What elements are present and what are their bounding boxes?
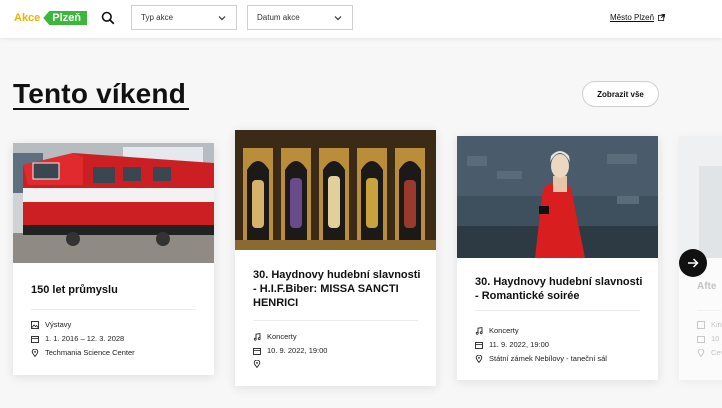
chevron-down-icon: [334, 16, 342, 21]
page-title: Tento víkend: [13, 78, 187, 109]
event-date-label: 10. 9. 2022, 19:00: [267, 346, 328, 355]
event-date-label: Datum akce: [257, 13, 300, 22]
event-category-label: Kin: [711, 320, 722, 329]
location-pin-icon: [31, 348, 39, 357]
event-image-singer: [457, 136, 658, 258]
image-icon: [697, 320, 705, 329]
title-underline: [13, 108, 189, 110]
arrow-right-icon: [688, 258, 699, 268]
calendar-icon: [697, 335, 705, 343]
event-category-label: Koncerty: [267, 332, 297, 341]
chevron-down-icon: [218, 16, 226, 21]
event-category-label: Výstavy: [45, 320, 72, 329]
calendar-icon: [475, 341, 483, 349]
search-icon[interactable]: [101, 11, 115, 25]
music-note-icon: [253, 332, 261, 341]
event-date: 11. 9. 2022, 19:00: [475, 340, 549, 349]
logo-akce: Akce: [14, 12, 41, 24]
event-place-label: Cev: [711, 348, 722, 357]
event-image-partial: [679, 136, 722, 258]
calendar-icon: [253, 347, 261, 355]
event-card[interactable]: 150 let průmyslu Výstavy 1. 1. 2016 – 12…: [13, 143, 214, 375]
next-slide-button[interactable]: [679, 249, 707, 277]
music-note-icon: [475, 326, 483, 335]
location-pin-icon: [253, 360, 261, 368]
event-date-select[interactable]: Datum akce: [247, 5, 353, 30]
divider: [253, 320, 418, 321]
event-category: Výstavy: [31, 320, 71, 329]
event-category: Kin: [697, 320, 722, 329]
event-date-label: 11. 9. 2022, 19:00: [489, 340, 549, 349]
city-link[interactable]: Město Plzeň: [610, 13, 665, 22]
event-category: Koncerty: [253, 332, 297, 341]
event-category: Koncerty: [475, 326, 519, 335]
show-all-button[interactable]: Zobrazit vše: [582, 81, 659, 107]
city-link-label: Město Plzeň: [610, 13, 655, 22]
event-image-train: [13, 143, 214, 263]
event-type-select[interactable]: Typ akce: [131, 5, 237, 30]
image-icon: [31, 320, 39, 329]
divider: [31, 309, 196, 310]
event-place: Státní zámek Nebílovy - taneční sál: [475, 354, 607, 363]
logo-plzen: Plzeň: [43, 11, 88, 25]
divider: [475, 310, 640, 311]
event-date: 10. 9. 2022, 19:00: [253, 346, 327, 355]
location-pin-icon: [697, 348, 705, 357]
event-title: Afte: [697, 281, 717, 292]
external-link-icon: [658, 14, 665, 21]
event-image-altar: [235, 130, 436, 250]
calendar-icon: [31, 335, 39, 343]
event-category-label: Koncerty: [489, 326, 519, 335]
top-bar: Akce Plzeň Typ akce Datum akce Město Plz…: [0, 0, 722, 38]
site-logo[interactable]: Akce Plzeň: [14, 10, 88, 26]
event-place: Cev: [697, 348, 722, 357]
event-card[interactable]: 30. Haydnovy hudební slavnosti - H.I.F.B…: [235, 130, 436, 386]
event-title: 30. Haydnovy hudební slavnosti - H.I.F.B…: [253, 269, 421, 309]
event-place: [253, 360, 267, 368]
event-date: 1. 1. 2016 – 12. 3. 2028: [31, 334, 124, 343]
event-date: 10: [697, 334, 719, 343]
event-title: 150 let průmyslu: [31, 284, 118, 296]
event-title: 30. Haydnovy hudební slavnosti - Romanti…: [475, 276, 643, 302]
event-place: Techmania Science Center: [31, 348, 135, 357]
event-place-label: Státní zámek Nebílovy - taneční sál: [489, 354, 607, 363]
location-pin-icon: [475, 354, 483, 363]
event-card[interactable]: 30. Haydnovy hudební slavnosti - Romanti…: [457, 136, 658, 380]
divider: [697, 310, 721, 311]
event-place-label: Techmania Science Center: [45, 348, 135, 357]
event-type-label: Typ akce: [141, 13, 174, 22]
event-date-label: 1. 1. 2016 – 12. 3. 2028: [45, 334, 125, 343]
event-date-label: 10: [711, 334, 720, 343]
